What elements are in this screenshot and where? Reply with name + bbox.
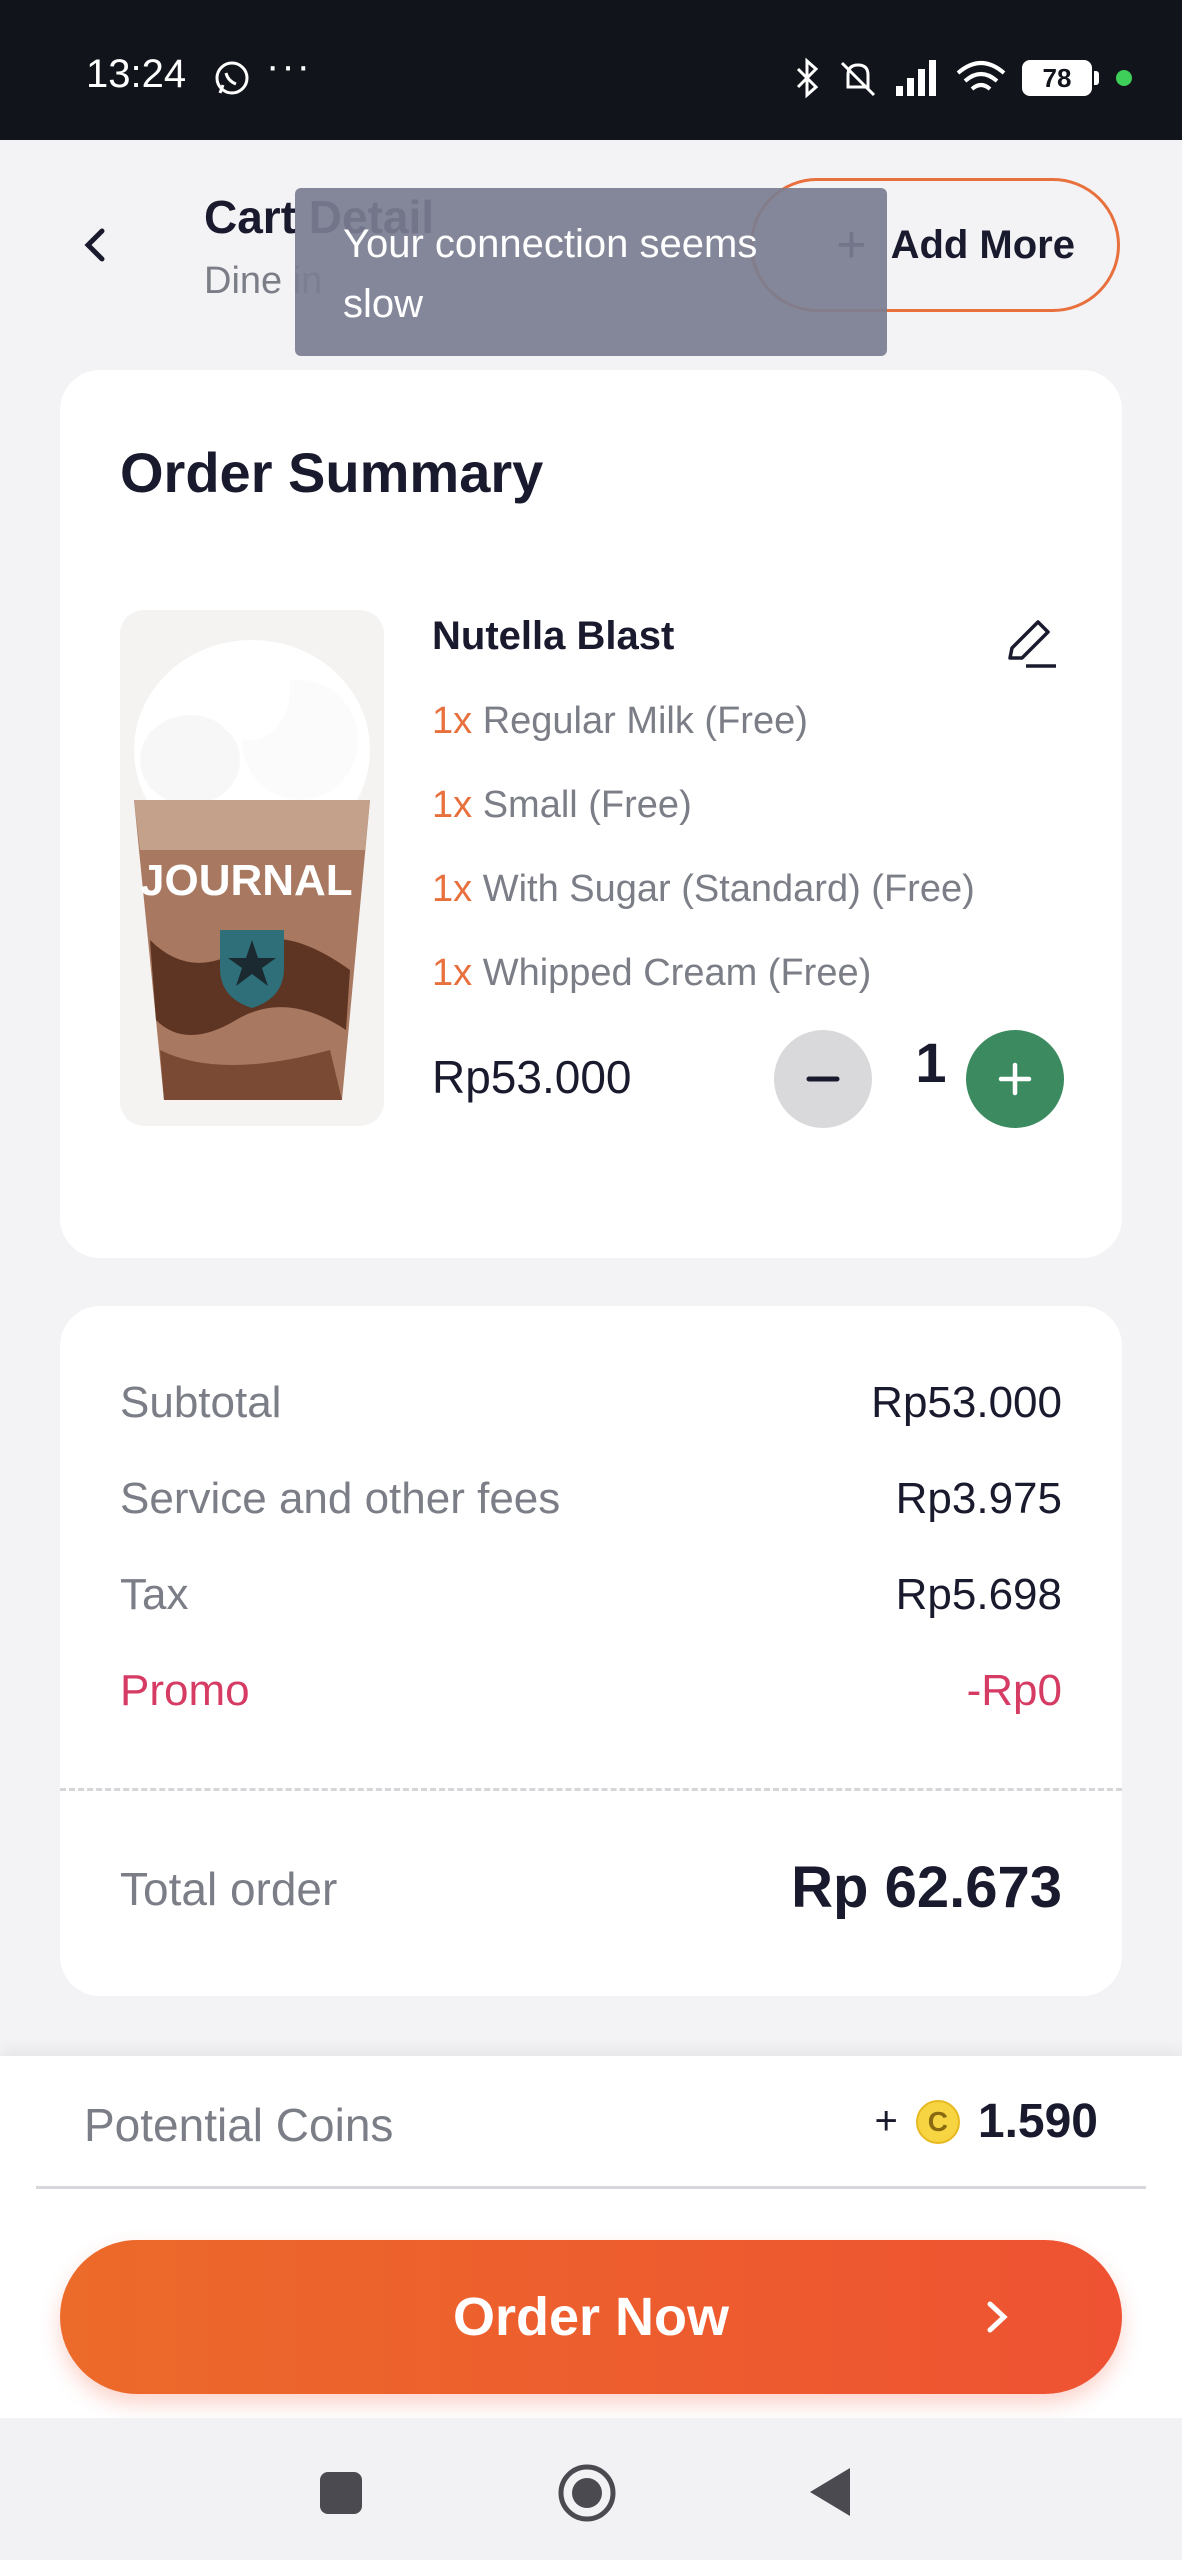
- subtotal-label: Subtotal: [120, 1378, 282, 1427]
- modifier-qty: 1x: [432, 952, 473, 994]
- dashed-divider: [60, 1788, 1122, 1791]
- whatsapp-icon: [215, 61, 249, 95]
- plus-icon: [998, 1062, 1032, 1096]
- coins-plus: +: [874, 2099, 898, 2143]
- minus-icon: [806, 1076, 840, 1082]
- recent-apps-button[interactable]: [320, 2472, 362, 2514]
- order-now-button[interactable]: Order Now: [60, 2240, 1122, 2394]
- mute-icon: [840, 61, 876, 97]
- status-bar: 13:24 ··· 78: [0, 0, 1182, 140]
- wifi-icon: [956, 61, 1006, 91]
- back-chevron-icon: [84, 228, 105, 262]
- back-button[interactable]: [60, 210, 130, 280]
- modifier-text: Regular Milk (Free): [472, 700, 808, 742]
- bluetooth-icon: [796, 57, 819, 99]
- subtotal-value: Rp53.000: [871, 1378, 1062, 1427]
- chevron-right-icon: [987, 2301, 1008, 2333]
- increase-quantity-button[interactable]: [966, 1030, 1064, 1128]
- modifier-text: With Sugar (Standard) (Free): [472, 868, 975, 910]
- status-more-dots: ···: [266, 44, 312, 88]
- panel-divider: [36, 2186, 1146, 2189]
- tax-value: Rp5.698: [895, 1570, 1062, 1619]
- product-image: JOURNAL: [120, 610, 384, 1126]
- quantity-value: 1: [915, 1031, 947, 1094]
- status-time: 13:24: [86, 52, 187, 96]
- modifier-text: Whipped Cream (Free): [472, 952, 872, 994]
- price-summary-card: Subtotal Rp53.000 Service and other fees…: [60, 1306, 1122, 1996]
- product-price: Rp53.000: [432, 1051, 632, 1103]
- potential-coins-value: + C 1.590: [875, 2094, 1098, 2149]
- section-title: Order Summary: [120, 441, 544, 504]
- order-now-label: Order Now: [452, 2287, 730, 2347]
- tax-label: Tax: [120, 1570, 189, 1619]
- promo-value: -Rp0: [966, 1666, 1062, 1715]
- status-indicators: 78: [794, 56, 1132, 100]
- system-nav-bar: [0, 2418, 1182, 2560]
- modifier-qty: 1x: [432, 868, 473, 910]
- cup-logo-text: JOURNAL: [140, 856, 353, 905]
- coins-amount: 1.590: [977, 2095, 1098, 2148]
- checkout-panel: Potential Coins + C 1.590 Order Now: [0, 2056, 1182, 2418]
- battery-indicator: 78: [1022, 60, 1099, 96]
- signal-icon: [896, 60, 936, 96]
- fees-value: Rp3.975: [895, 1474, 1062, 1523]
- modifier-text: Small (Free): [472, 784, 692, 826]
- total-label: Total order: [120, 1863, 338, 1915]
- add-more-label: Add More: [890, 222, 1075, 267]
- total-value: Rp 62.673: [791, 1855, 1062, 1920]
- modifier-item: 1x With Sugar (Standard) (Free): [432, 868, 975, 911]
- potential-coins-label: Potential Coins: [84, 2099, 394, 2151]
- modifier-item: 1x Regular Milk (Free): [432, 700, 808, 743]
- modifier-item: 1x Whipped Cream (Free): [432, 952, 871, 995]
- promo-label: Promo: [120, 1666, 250, 1715]
- nav-back-button[interactable]: [806, 2464, 856, 2520]
- connection-toast: Your connection seems slow: [295, 188, 887, 356]
- drink-illustration: JOURNAL: [134, 640, 370, 1100]
- privacy-dot: [1116, 70, 1132, 86]
- fees-label: Service and other fees: [120, 1474, 561, 1523]
- modifier-qty: 1x: [432, 784, 473, 826]
- modifier-qty: 1x: [432, 700, 473, 742]
- decrease-quantity-button[interactable]: [774, 1030, 872, 1128]
- coin-icon: C: [915, 2099, 960, 2144]
- product-name: Nutella Blast: [432, 614, 675, 658]
- order-summary-card: Order Summary JOURNAL Nutella Blast 1x R…: [60, 370, 1122, 1258]
- modifier-item: 1x Small (Free): [432, 784, 692, 827]
- edit-pencil-icon[interactable]: [1000, 612, 1060, 672]
- home-button[interactable]: [556, 2462, 618, 2524]
